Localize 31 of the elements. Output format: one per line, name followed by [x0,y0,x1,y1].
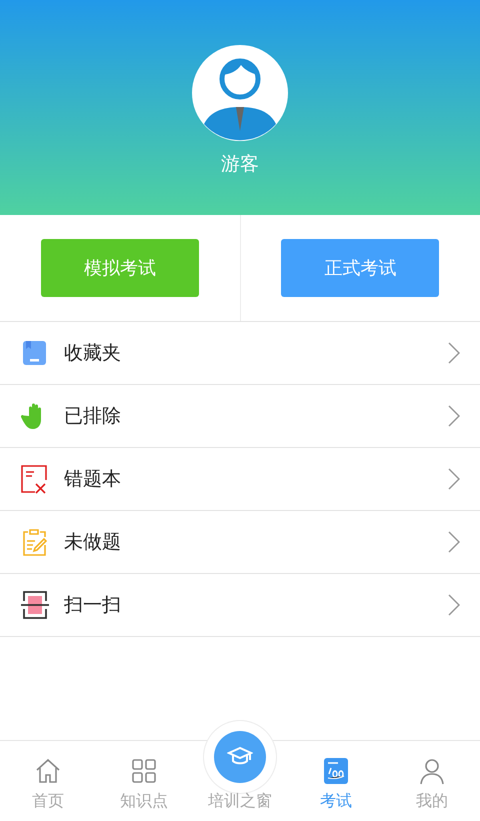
grid-icon [130,757,158,785]
exam-button[interactable]: 模拟考试 [40,239,199,297]
chevron-icon [448,594,460,616]
scan-icon [20,590,50,620]
chevron-icon [448,342,460,364]
person-icon [418,757,446,785]
menu-item[interactable]: 已排除 [0,385,480,448]
home-icon [34,757,62,785]
chevron-icon [448,468,460,490]
menu-item[interactable]: 收藏夹 [0,322,480,385]
nav-tab[interactable]: 首页 [0,741,96,821]
menu-label: 未做题 [64,530,122,555]
menu-item[interactable]: 错题本 [0,448,480,511]
menu-label: 扫一扫 [64,593,122,618]
menu-item[interactable]: 扫一扫 [0,574,480,637]
nav-tab[interactable]: 我的 [384,741,480,821]
nav-tab[interactable]: 培训之窗 [192,715,288,821]
chevron-icon [448,405,460,427]
menu-item[interactable]: 未做题 [0,511,480,574]
exam-button[interactable]: 正式考试 [281,239,440,297]
graduation-cap-icon [214,731,266,783]
menu-label: 收藏夹 [64,341,122,366]
clipboard-icon [20,527,50,557]
score-sheet-icon [322,757,350,785]
chevron-icon [448,531,460,553]
nav-tab[interactable]: 知识点 [96,741,192,821]
menu-label: 已排除 [64,404,122,429]
user-name: 游客 [221,152,259,177]
nav-tab[interactable]: 考试 [288,741,384,821]
wrong-answer-icon [20,464,50,494]
menu-label: 错题本 [64,467,122,492]
